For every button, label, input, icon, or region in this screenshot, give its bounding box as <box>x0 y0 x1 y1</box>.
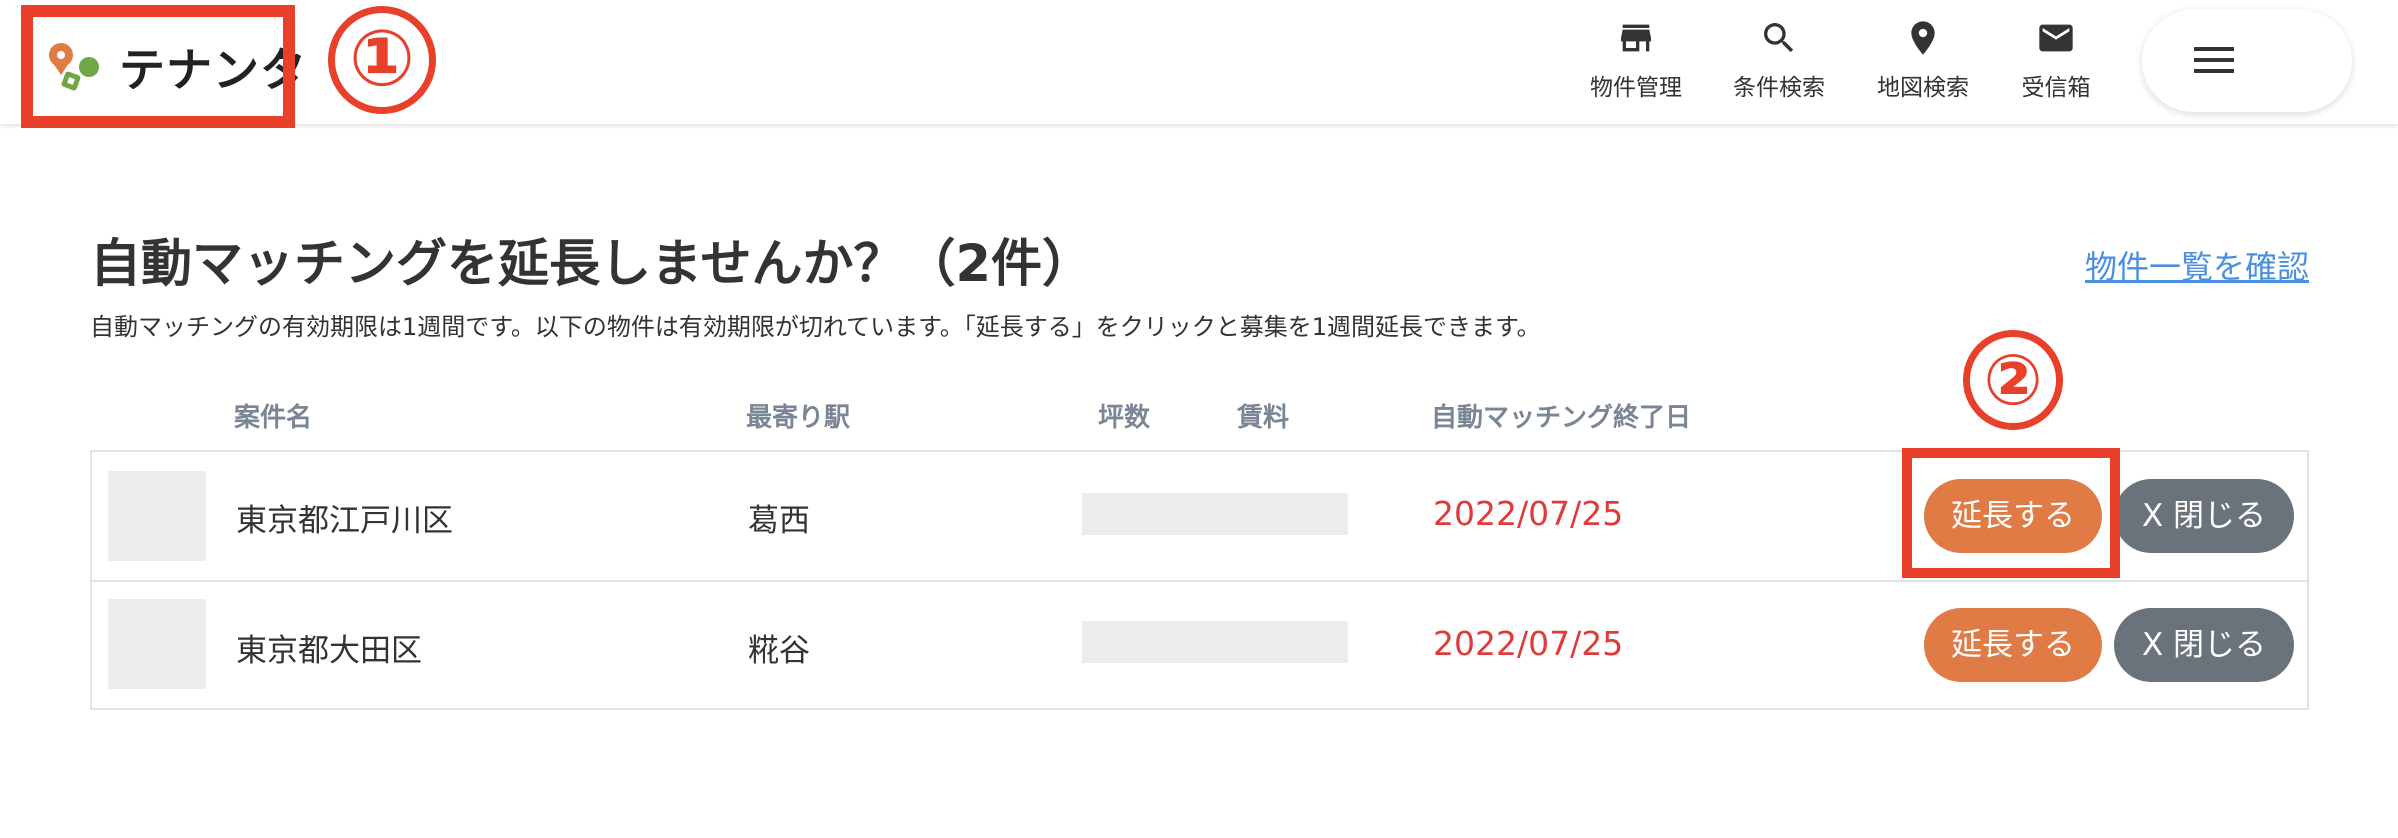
nav-label: 条件検索 <box>1733 75 1825 101</box>
property-station: 糀谷 <box>748 633 810 669</box>
column-header-name: 案件名 <box>234 403 313 433</box>
area-rent-placeholder <box>1082 493 1348 535</box>
column-header-station: 最寄り駅 <box>746 403 851 433</box>
nav-inbox[interactable]: 受信箱 <box>1996 18 2116 104</box>
annotation-marker-2: ② <box>1963 330 2063 430</box>
property-name: 東京都江戸川区 <box>236 503 453 539</box>
nav-label: 地図検索 <box>1877 75 1969 101</box>
area-rent-placeholder <box>1082 621 1348 663</box>
top-header: テナンタ ① 物件管理 条件検索 地図検索 受信箱 <box>0 0 2398 128</box>
menu-button[interactable] <box>2142 10 2352 112</box>
property-name: 東京都大田区 <box>236 633 422 669</box>
column-header-rent: 賃料 <box>1237 403 1290 433</box>
table-row: 東京都大田区 糀谷 2022/07/25 延長する X 閉じる <box>92 580 2307 708</box>
nav-property-management[interactable]: 物件管理 <box>1576 18 1696 104</box>
property-thumbnail <box>108 471 206 561</box>
store-icon <box>1621 24 1651 52</box>
property-thumbnail <box>108 599 206 689</box>
page-description: 自動マッチングの有効期限は1週間です。以下の物件は有効期限が切れています。「延長… <box>90 313 1541 341</box>
property-list-link[interactable]: 物件一覧を確認 <box>2085 242 2309 288</box>
hamburger-icon <box>2194 47 2234 73</box>
annotation-highlight-extend <box>1902 448 2120 578</box>
nav-label: 物件管理 <box>1590 75 1682 101</box>
page-title: 自動マッチングを延長しませんか？（2件） <box>90 235 1093 294</box>
nav-label: 受信箱 <box>2021 75 2091 101</box>
extend-button[interactable]: 延長する <box>1924 608 2102 682</box>
nav-condition-search[interactable]: 条件検索 <box>1719 18 1839 104</box>
map-pin-icon <box>1911 21 1935 55</box>
nav-map-search[interactable]: 地図検索 <box>1863 18 1983 104</box>
annotation-marker-1: ① <box>328 6 436 114</box>
property-station: 葛西 <box>748 503 810 539</box>
close-button[interactable]: X 閉じる <box>2114 479 2294 553</box>
annotation-highlight-logo <box>21 5 295 128</box>
column-header-end-date: 自動マッチング終了日 <box>1431 403 1692 433</box>
matching-end-date: 2022/07/25 <box>1433 494 1624 533</box>
matching-end-date: 2022/07/25 <box>1433 624 1624 663</box>
mail-icon <box>2039 24 2073 52</box>
column-header-area: 坪数 <box>1098 403 1151 433</box>
search-icon <box>1764 23 1794 53</box>
close-button[interactable]: X 閉じる <box>2114 608 2294 682</box>
